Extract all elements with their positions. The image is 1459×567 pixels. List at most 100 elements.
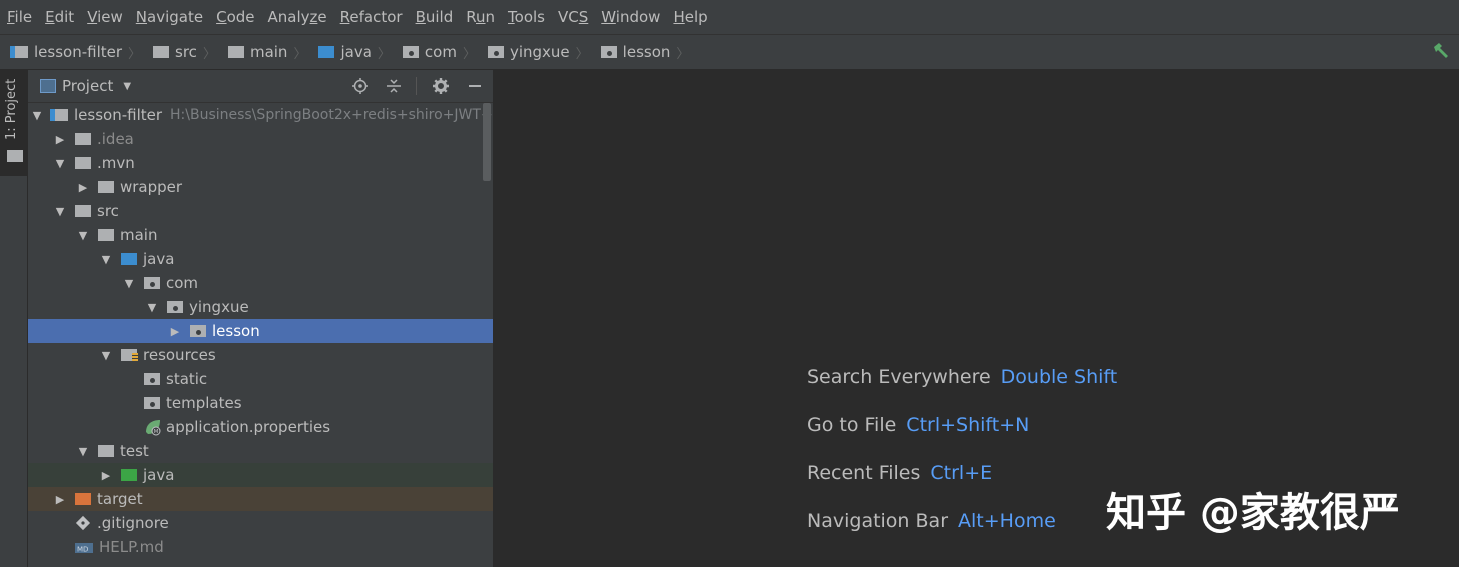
- tree-item-lesson-filter[interactable]: ▼ lesson-filter H:\Business\SpringBoot2x+r…: [28, 103, 493, 127]
- hide-panel-icon[interactable]: [465, 76, 485, 96]
- tree-item-com[interactable]: ▼ com: [28, 271, 493, 295]
- menu-edit[interactable]: Edit: [38, 0, 80, 34]
- tree-item-label: target: [97, 490, 143, 508]
- tree-item-wrapper[interactable]: ▶ wrapper: [28, 175, 493, 199]
- tree-item-templates[interactable]: templates: [28, 391, 493, 415]
- package-folder-icon: [190, 325, 206, 337]
- tree-item-label: src: [97, 202, 119, 220]
- tree-item-label: wrapper: [120, 178, 183, 196]
- menu-tools[interactable]: Tools: [501, 0, 551, 34]
- tree-item-src[interactable]: ▼ src: [28, 199, 493, 223]
- folder-icon: [318, 46, 335, 58]
- expand-arrow-down-icon[interactable]: ▼: [55, 157, 65, 170]
- tree-item-mvn[interactable]: ▼ .mvn: [28, 151, 493, 175]
- tree-item-help-md[interactable]: MD HELP.md: [28, 535, 493, 559]
- editor-hint: Search Everywhere Double Shift: [807, 366, 1117, 388]
- expand-arrow-down-icon[interactable]: ▼: [32, 109, 42, 122]
- expand-arrow-right-icon[interactable]: ▶: [78, 181, 88, 194]
- breadcrumb-label: lesson: [622, 43, 671, 61]
- breadcrumb-separator-icon: 〉: [462, 46, 476, 62]
- editor-hint: Navigation Bar Alt+Home: [807, 510, 1056, 532]
- tree-item-lesson[interactable]: ▶ lesson: [28, 319, 493, 343]
- build-hammer-icon[interactable]: [1431, 41, 1451, 61]
- menu-code[interactable]: Code: [209, 0, 260, 34]
- menu-run[interactable]: Run: [459, 0, 501, 34]
- expand-arrow-right-icon[interactable]: ▶: [170, 325, 180, 338]
- menu-vcs[interactable]: VCS: [551, 0, 594, 34]
- breadcrumb-item[interactable]: src 〉: [141, 43, 216, 62]
- tree-item-gitignore[interactable]: .gitignore: [28, 511, 493, 535]
- menu-bar: File Edit View Navigate Code Analyze Refactor B…: [0, 0, 1459, 35]
- tree-item-main[interactable]: ▼ main: [28, 223, 493, 247]
- locate-file-icon[interactable]: [350, 76, 370, 96]
- expand-arrow-right-icon[interactable]: ▶: [55, 493, 65, 506]
- menu-view[interactable]: View: [80, 0, 129, 34]
- menu-window[interactable]: Window: [594, 0, 666, 34]
- expand-arrow-down-icon[interactable]: ▼: [101, 253, 111, 266]
- expand-arrow-down-icon[interactable]: ▼: [78, 445, 88, 458]
- resources-folder-icon: [121, 349, 138, 361]
- folder-icon: [600, 46, 617, 58]
- breadcrumb-item[interactable]: lesson-filter 〉: [0, 43, 141, 62]
- breadcrumb-item[interactable]: com 〉: [391, 43, 476, 62]
- hint-action: Go to File: [807, 414, 897, 436]
- expand-arrow-down-icon[interactable]: ▼: [55, 205, 65, 218]
- menu-help[interactable]: Help: [666, 0, 713, 34]
- tree-item-application-properties[interactable]: Mapplication.properties: [28, 415, 493, 439]
- toolbar-separator: [416, 77, 417, 95]
- tree-item-test[interactable]: ▼ test: [28, 439, 493, 463]
- breadcrumb-separator-icon: 〉: [128, 46, 142, 62]
- project-tool-tab-label[interactable]: 1: Project: [4, 79, 19, 140]
- editor-hint: Go to File Ctrl+Shift+N: [807, 414, 1029, 436]
- project-tree: ▼ lesson-filter H:\Business\SpringBoot2x+r…: [28, 103, 493, 559]
- tree-item-label: lesson: [212, 322, 260, 340]
- breadcrumb-item[interactable]: main 〉: [216, 43, 306, 62]
- tree-item-java[interactable]: ▼ java: [28, 247, 493, 271]
- breadcrumb-label: yingxue: [509, 43, 570, 61]
- hint-action: Search Everywhere: [807, 366, 991, 388]
- tree-item-target[interactable]: ▶ target: [28, 487, 493, 511]
- project-panel-title: Project: [62, 77, 114, 95]
- folder-icon: [98, 445, 114, 457]
- tree-item-label: application.properties: [166, 418, 331, 436]
- menu-refactor[interactable]: Refactor: [333, 0, 409, 34]
- project-window-icon: [40, 79, 56, 93]
- breadcrumb-label: src: [175, 43, 197, 61]
- tree-item-yingxue[interactable]: ▼ yingxue: [28, 295, 493, 319]
- folder-icon: [75, 133, 91, 145]
- menu-build[interactable]: Build: [409, 0, 460, 34]
- project-view-selector[interactable]: Project ▼: [40, 77, 131, 95]
- menu-file[interactable]: File: [0, 0, 38, 34]
- breadcrumb-item[interactable]: java 〉: [306, 43, 391, 62]
- menu-analyze[interactable]: Analyze: [261, 0, 333, 34]
- breadcrumb-item[interactable]: yingxue 〉: [476, 43, 589, 62]
- expand-arrow-down-icon[interactable]: ▼: [124, 277, 134, 290]
- folder-icon: [402, 46, 419, 58]
- tree-item-label: java: [143, 466, 175, 484]
- package-folder-icon: [167, 301, 183, 313]
- hint-shortcut: Ctrl+Shift+N: [906, 414, 1030, 436]
- hint-action: Navigation Bar: [807, 510, 949, 532]
- tree-item-label: com: [166, 274, 199, 292]
- expand-arrow-down-icon[interactable]: ▼: [147, 301, 157, 314]
- expand-arrow-right-icon[interactable]: ▶: [101, 469, 111, 482]
- tree-item-label: .gitignore: [97, 514, 169, 532]
- menu-navigate[interactable]: Navigate: [129, 0, 209, 34]
- collapse-all-icon[interactable]: [384, 76, 404, 96]
- markdown-file-icon: MD: [75, 539, 93, 555]
- expand-arrow-right-icon[interactable]: ▶: [55, 133, 65, 146]
- breadcrumb-label: lesson-filter: [34, 43, 123, 61]
- tree-scrollbar[interactable]: [483, 103, 491, 181]
- gear-icon[interactable]: [431, 76, 451, 96]
- expand-arrow-down-icon[interactable]: ▼: [101, 349, 111, 362]
- tree-item-static[interactable]: static: [28, 367, 493, 391]
- breadcrumb-label: com: [424, 43, 457, 61]
- breadcrumb-item[interactable]: lesson 〉: [589, 43, 689, 62]
- tree-item-java[interactable]: ▶ java: [28, 463, 493, 487]
- folder-icon: [487, 46, 504, 58]
- folder-icon: [121, 253, 137, 265]
- folder-icon: [75, 205, 91, 217]
- tree-item-idea[interactable]: ▶ .idea: [28, 127, 493, 151]
- tree-item-resources[interactable]: ▼ resources: [28, 343, 493, 367]
- expand-arrow-down-icon[interactable]: ▼: [78, 229, 88, 242]
